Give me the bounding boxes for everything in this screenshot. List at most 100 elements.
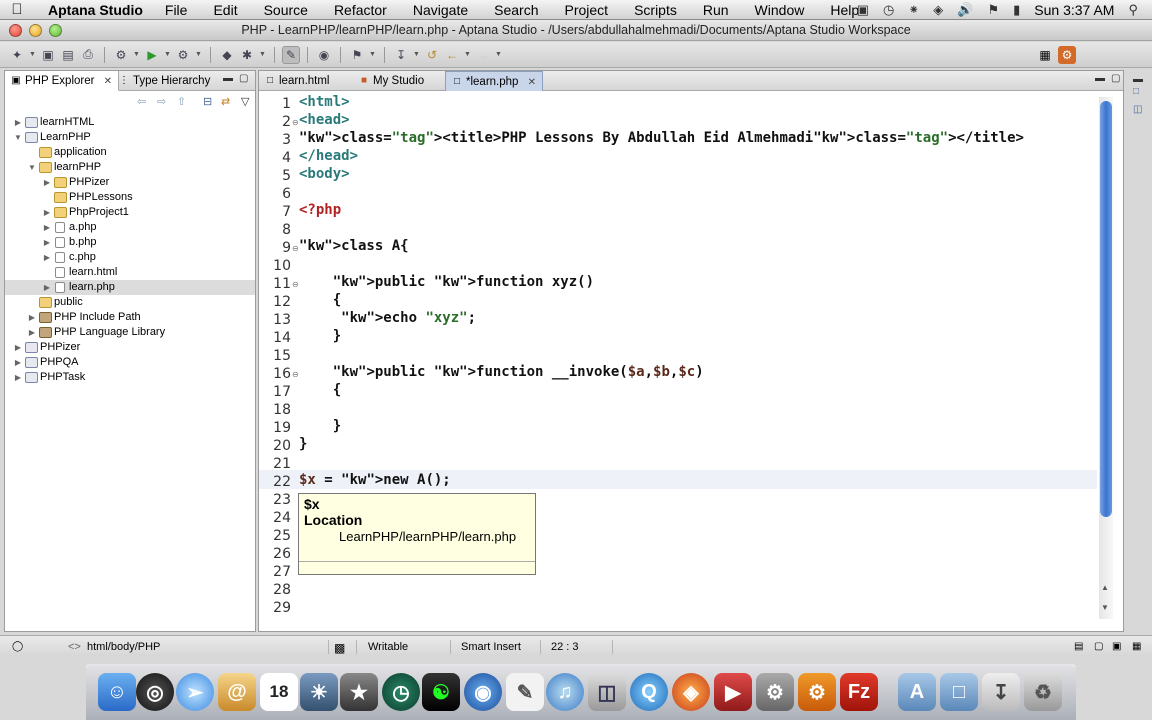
- tree-item[interactable]: learn.html: [5, 265, 255, 280]
- time-machine-menu-icon[interactable]: ◷: [883, 2, 894, 18]
- expand-arrow-icon[interactable]: ▶: [42, 280, 52, 295]
- tree-item[interactable]: public: [5, 295, 255, 310]
- collapse-all-icon[interactable]: ⊟: [203, 95, 212, 108]
- wand-icon[interactable]: ✱: [238, 46, 256, 64]
- tree-item[interactable]: ▶ PHP Include Path: [5, 310, 255, 325]
- tree-item[interactable]: ▶ PHPQA: [5, 355, 255, 370]
- battery-icon[interactable]: ▮: [1013, 2, 1020, 18]
- tab-learn-html[interactable]: □ learn.html: [259, 71, 336, 91]
- vertical-scrollbar[interactable]: [1099, 97, 1113, 619]
- tree-item[interactable]: ▼ learnPHP: [5, 160, 255, 175]
- address-book-icon[interactable]: @: [218, 673, 256, 711]
- forward-dropdown-icon[interactable]: ▼: [494, 46, 503, 64]
- firefox-icon[interactable]: ◈: [672, 673, 710, 711]
- tree-item[interactable]: ▶ PHP Language Library: [5, 325, 255, 340]
- expand-arrow-icon[interactable]: ▶: [42, 250, 52, 265]
- save-all-icon[interactable]: ▤: [59, 46, 77, 64]
- mark-occurrences-icon[interactable]: ✎: [282, 45, 300, 64]
- fold-icon[interactable]: ⊖: [292, 244, 299, 253]
- downloads-icon[interactable]: ↧: [982, 673, 1020, 711]
- php-perspective-icon[interactable]: ⚙: [1058, 46, 1076, 64]
- menu-search[interactable]: Search: [494, 2, 538, 18]
- forward-icon[interactable]: ⇨: [157, 95, 166, 108]
- collapse-arrow-icon[interactable]: ▼: [27, 160, 37, 175]
- save-icon[interactable]: ▣: [39, 46, 57, 64]
- expand-arrow-icon[interactable]: ▶: [42, 220, 52, 235]
- time-machine-icon[interactable]: ◷: [382, 673, 420, 711]
- volume-icon[interactable]: 🔊: [957, 2, 973, 18]
- annotation-dropdown-icon[interactable]: ▼: [368, 46, 377, 64]
- maximize-panel-icon[interactable]: ▢: [1094, 641, 1103, 652]
- minimize-panel-icon[interactable]: ▤: [1074, 641, 1083, 652]
- tree-item[interactable]: ▶ PHPizer: [5, 175, 255, 190]
- tree-item[interactable]: ▶ PHPTask: [5, 370, 255, 385]
- tab-learn-php[interactable]: □ *learn.php ✕: [445, 71, 544, 91]
- apple-icon[interactable]: : [0, 1, 34, 18]
- expand-arrow-icon[interactable]: ▶: [42, 235, 52, 250]
- minimize-window-button[interactable]: [29, 24, 42, 37]
- menu-help[interactable]: Help: [830, 2, 859, 18]
- run-icon[interactable]: ▶: [143, 46, 161, 64]
- flag-icon[interactable]: ⚑: [987, 2, 999, 18]
- expand-arrow-icon[interactable]: ▶: [27, 310, 37, 325]
- maximize-panel-icon[interactable]: ▢: [239, 73, 248, 84]
- scroll-down-icon[interactable]: ▼: [1101, 603, 1109, 612]
- menu-file[interactable]: File: [165, 2, 188, 18]
- safari-icon[interactable]: ➢: [176, 673, 214, 711]
- finder-icon[interactable]: ☺: [98, 673, 136, 711]
- forward-icon[interactable]: →: [474, 46, 492, 64]
- problems-icon[interactable]: ▦: [1132, 641, 1141, 652]
- wifi-icon[interactable]: ◈: [933, 2, 943, 18]
- back-dropdown-icon[interactable]: ▼: [463, 46, 472, 64]
- up-icon[interactable]: ⇧: [177, 95, 186, 108]
- textedit-icon[interactable]: ✎: [506, 673, 544, 711]
- bluetooth-icon[interactable]: ⁕: [908, 2, 919, 18]
- outline-icon[interactable]: ◫: [1133, 104, 1142, 115]
- external-tools-dropdown-icon[interactable]: ▼: [194, 46, 203, 64]
- network-icon[interactable]: ◉: [464, 673, 502, 711]
- debug-dropdown-icon[interactable]: ▼: [132, 46, 141, 64]
- iphoto-icon[interactable]: ☀: [300, 673, 338, 711]
- tree-item[interactable]: application: [5, 145, 255, 160]
- next-annotation-dropdown-icon[interactable]: ▼: [412, 46, 421, 64]
- menu-source[interactable]: Source: [264, 2, 308, 18]
- annotation-icon[interactable]: ⚑: [348, 46, 366, 64]
- maximize-panel-icon[interactable]: ▢: [1111, 73, 1120, 84]
- preview-icon[interactable]: ◫: [588, 673, 626, 711]
- tree-item[interactable]: PHPLessons: [5, 190, 255, 205]
- tree-item[interactable]: ▼ LearnPHP: [5, 130, 255, 145]
- menubar-clock[interactable]: Sun 3:37 AM: [1034, 2, 1114, 18]
- minimize-panel-icon[interactable]: ▬: [1095, 73, 1105, 84]
- new-dropdown-icon[interactable]: ▼: [28, 46, 37, 64]
- app-menu[interactable]: Aptana Studio: [48, 2, 143, 18]
- menu-navigate[interactable]: Navigate: [413, 2, 468, 18]
- scrollbar-thumb[interactable]: [1100, 101, 1112, 517]
- run-dropdown-icon[interactable]: ▼: [163, 46, 172, 64]
- close-icon[interactable]: ✕: [528, 77, 536, 88]
- tree-item[interactable]: ▶ a.php: [5, 220, 255, 235]
- menu-project[interactable]: Project: [564, 2, 608, 18]
- breadcrumb[interactable]: html/body/PHP: [87, 641, 160, 653]
- gear-icon[interactable]: ⚙: [798, 673, 836, 711]
- expand-arrow-icon[interactable]: ▶: [42, 205, 52, 220]
- dashboard-icon[interactable]: ◎: [136, 673, 174, 711]
- close-icon[interactable]: ✕: [104, 76, 112, 87]
- tree-item[interactable]: ▶ PHPizer: [5, 340, 255, 355]
- fold-icon[interactable]: ⊖: [292, 280, 299, 289]
- view-menu-icon[interactable]: ▽: [241, 95, 249, 108]
- link-editor-icon[interactable]: ⇄: [221, 95, 230, 108]
- new-icon[interactable]: ✦: [8, 46, 26, 64]
- zoom-window-button[interactable]: [49, 24, 62, 37]
- tab-my-studio[interactable]: ■ My Studio: [353, 71, 430, 91]
- expand-arrow-icon[interactable]: ▶: [13, 355, 23, 370]
- open-perspective-icon[interactable]: ▦: [1036, 46, 1054, 64]
- applications-folder-icon[interactable]: A: [898, 673, 936, 711]
- imovie-icon[interactable]: ★: [340, 673, 378, 711]
- tab-type-hierarchy[interactable]: ⋮ Type Hierarchy: [113, 71, 216, 91]
- collapse-arrow-icon[interactable]: ▼: [13, 130, 23, 145]
- documents-folder-icon[interactable]: □: [940, 673, 978, 711]
- globe-icon[interactable]: ◉: [315, 46, 333, 64]
- debug-icon[interactable]: ⚙: [112, 46, 130, 64]
- menu-refactor[interactable]: Refactor: [334, 2, 387, 18]
- quicktime-icon[interactable]: Q: [630, 673, 668, 711]
